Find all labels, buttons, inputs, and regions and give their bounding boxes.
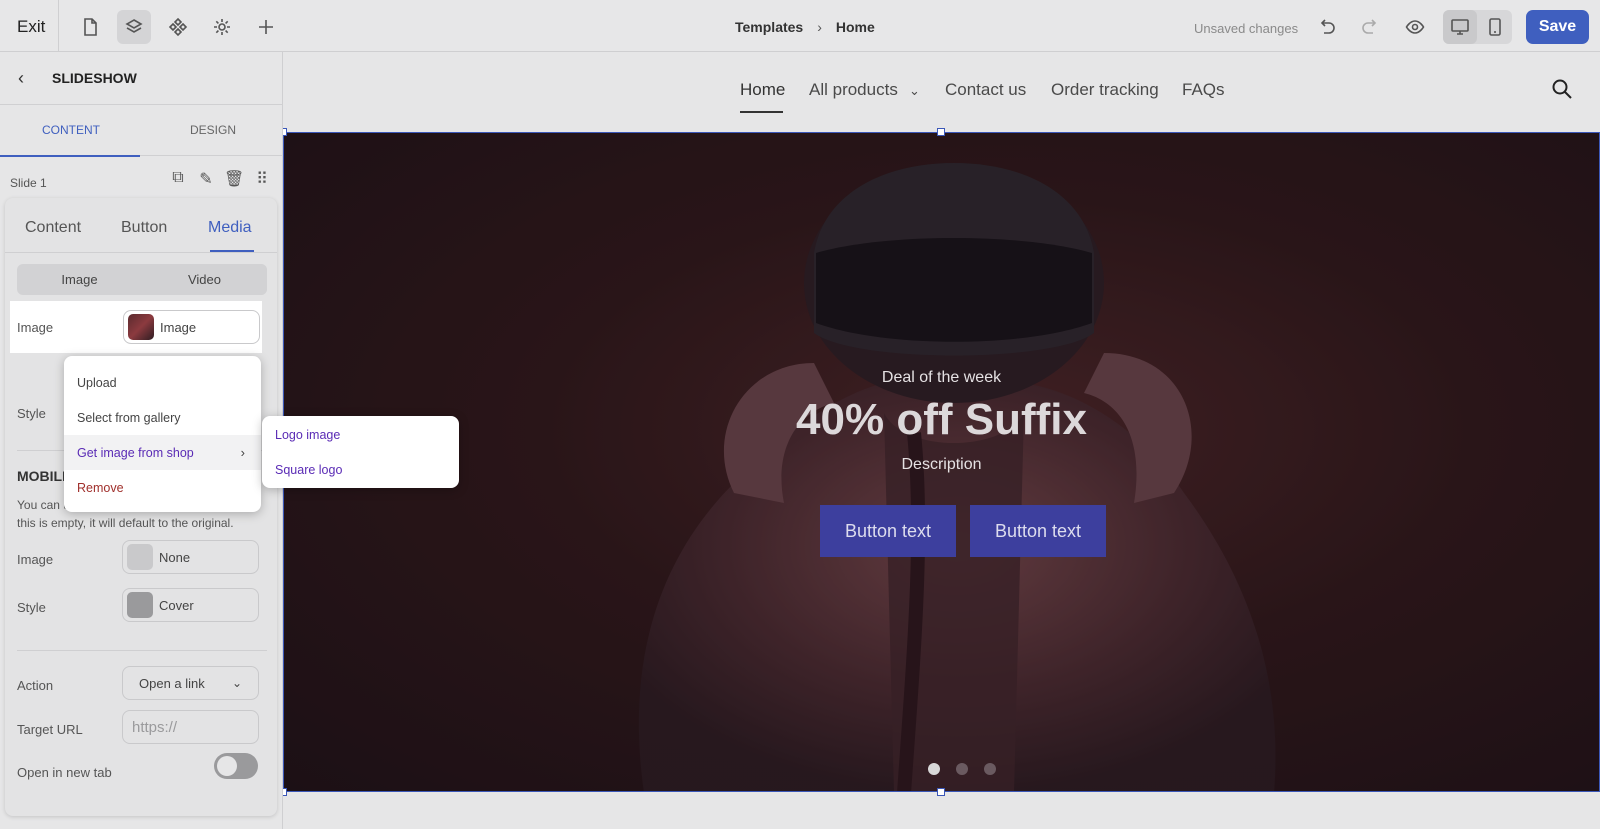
desktop-icon[interactable] bbox=[1443, 10, 1477, 44]
hero-button-primary[interactable]: Button text bbox=[820, 505, 956, 557]
hero-description: Description bbox=[901, 456, 982, 473]
search-icon[interactable] bbox=[1551, 78, 1573, 100]
preview-eye-icon[interactable] bbox=[1398, 10, 1432, 44]
card-tab-media[interactable]: Media bbox=[208, 219, 252, 237]
slide-dot[interactable] bbox=[956, 763, 968, 775]
menu-item-get-from-shop-label: Get image from shop bbox=[77, 445, 194, 460]
menu-item-select-gallery[interactable]: Select from gallery bbox=[64, 400, 261, 435]
resize-handle[interactable] bbox=[937, 788, 945, 796]
tab-design[interactable]: DESIGN bbox=[190, 123, 236, 137]
nav-home[interactable]: Home bbox=[740, 80, 785, 100]
mobile-style-value: Cover bbox=[159, 597, 194, 613]
target-url-label: Target URL bbox=[17, 722, 83, 737]
unsaved-status: Unsaved changes bbox=[1194, 21, 1299, 36]
submenu-logo-image[interactable]: Logo image bbox=[262, 417, 459, 452]
toolbar-divider bbox=[58, 0, 59, 52]
menu-item-upload[interactable]: Upload bbox=[64, 365, 261, 400]
mobile-image-picker[interactable]: None bbox=[122, 540, 259, 574]
redo-icon[interactable] bbox=[1353, 10, 1387, 44]
chevron-right-icon: › bbox=[817, 19, 822, 35]
menu-item-get-from-shop[interactable]: Get image from shop › bbox=[64, 435, 261, 470]
gear-icon[interactable] bbox=[205, 10, 239, 44]
menu-item-remove[interactable]: Remove bbox=[64, 470, 261, 505]
mobile-icon[interactable] bbox=[1478, 10, 1512, 44]
hero-button-secondary[interactable]: Button text bbox=[970, 505, 1106, 557]
nav-faqs[interactable]: FAQs bbox=[1182, 80, 1225, 100]
drag-handle-icon[interactable]: ⠿ bbox=[252, 169, 272, 189]
action-select-value: Open a link bbox=[139, 675, 205, 691]
tab-content[interactable]: CONTENT bbox=[42, 123, 100, 137]
image-picker[interactable]: Image bbox=[123, 310, 260, 344]
nav-contact-us[interactable]: Contact us bbox=[945, 80, 1026, 100]
nav-order-tracking[interactable]: Order tracking bbox=[1051, 80, 1159, 100]
panel-tabs: CONTENT DESIGN bbox=[0, 104, 283, 157]
target-url-input[interactable]: https:// bbox=[122, 710, 259, 744]
active-tab-indicator bbox=[0, 155, 140, 157]
new-tab-label: Open in new tab bbox=[17, 765, 112, 780]
image-row: Image Image bbox=[10, 301, 262, 353]
image-thumbnail bbox=[128, 314, 154, 340]
card-tab-content[interactable]: Content bbox=[25, 219, 81, 237]
breadcrumb: Templates › Home bbox=[735, 19, 875, 35]
top-toolbar: Exit Templates › Home Unsaved changes Sa… bbox=[0, 0, 1600, 52]
apps-icon[interactable] bbox=[161, 10, 195, 44]
nav-all-products[interactable]: All products bbox=[809, 80, 898, 100]
chevron-down-icon: ⌄ bbox=[231, 676, 242, 690]
page-icon[interactable] bbox=[73, 10, 107, 44]
action-label: Action bbox=[17, 678, 54, 693]
slide-actions: ⧉ ✎ 🗑 ⠿ bbox=[168, 169, 272, 189]
style-label: Style bbox=[17, 406, 46, 421]
hero-kicker: Deal of the week bbox=[881, 369, 1002, 386]
chevron-right-icon: › bbox=[240, 445, 245, 460]
cover-style-icon bbox=[127, 592, 153, 618]
image-label: Image bbox=[17, 320, 54, 335]
submenu-square-logo[interactable]: Square logo bbox=[262, 452, 459, 487]
duplicate-icon[interactable]: ⧉ bbox=[168, 169, 188, 189]
image-placeholder-icon bbox=[127, 544, 153, 570]
store-nav: Home All products ⌄ Contact us Order tra… bbox=[283, 52, 1600, 132]
add-icon[interactable] bbox=[249, 10, 283, 44]
card-tab-button[interactable]: Button bbox=[121, 219, 167, 237]
slide-dot[interactable] bbox=[984, 763, 996, 775]
resize-handle[interactable] bbox=[937, 128, 945, 136]
delete-icon[interactable]: 🗑 bbox=[224, 169, 244, 189]
mobile-image-label: Image bbox=[17, 552, 54, 567]
shop-image-submenu: Logo image Square logo bbox=[262, 416, 459, 488]
edit-pencil-icon[interactable]: ✎ bbox=[196, 169, 216, 189]
slideshow-hero[interactable]: Deal of the week 40% off Suffix Descript… bbox=[283, 132, 1600, 792]
card-tabs-divider bbox=[5, 252, 277, 253]
target-url-placeholder: https:// bbox=[132, 718, 178, 736]
image-picker-value: Image bbox=[160, 319, 197, 335]
panel-title: SLIDESHOW bbox=[52, 70, 137, 86]
undo-icon[interactable] bbox=[1310, 10, 1344, 44]
new-tab-toggle[interactable] bbox=[214, 753, 258, 779]
breadcrumb-templates[interactable]: Templates bbox=[735, 19, 803, 35]
mobile-style-picker[interactable]: Cover bbox=[122, 588, 259, 622]
slide-label: Slide 1 bbox=[10, 176, 47, 190]
exit-button[interactable]: Exit bbox=[17, 17, 45, 37]
slide-dot[interactable] bbox=[928, 763, 940, 775]
hero-title: 40% off Suffix bbox=[796, 395, 1087, 444]
breadcrumb-home: Home bbox=[835, 19, 875, 35]
page-preview: Home All products ⌄ Contact us Order tra… bbox=[279, 52, 1600, 829]
media-type-video[interactable]: Video bbox=[142, 264, 267, 295]
section-divider bbox=[17, 650, 267, 651]
nav-active-underline bbox=[740, 111, 783, 113]
mobile-image-value: None bbox=[159, 549, 191, 565]
mobile-style-label: Style bbox=[17, 600, 46, 615]
back-arrow-icon[interactable]: ‹ bbox=[18, 68, 24, 89]
chevron-down-icon: ⌄ bbox=[909, 83, 920, 98]
layers-icon[interactable] bbox=[117, 10, 151, 44]
action-select[interactable]: Open a link ⌄ bbox=[122, 666, 259, 700]
media-type-segmented: Image Video bbox=[17, 264, 267, 295]
media-type-image[interactable]: Image bbox=[17, 264, 142, 295]
save-button[interactable]: Save bbox=[1526, 10, 1589, 44]
image-source-menu: Upload Select from gallery Get image fro… bbox=[64, 356, 261, 512]
